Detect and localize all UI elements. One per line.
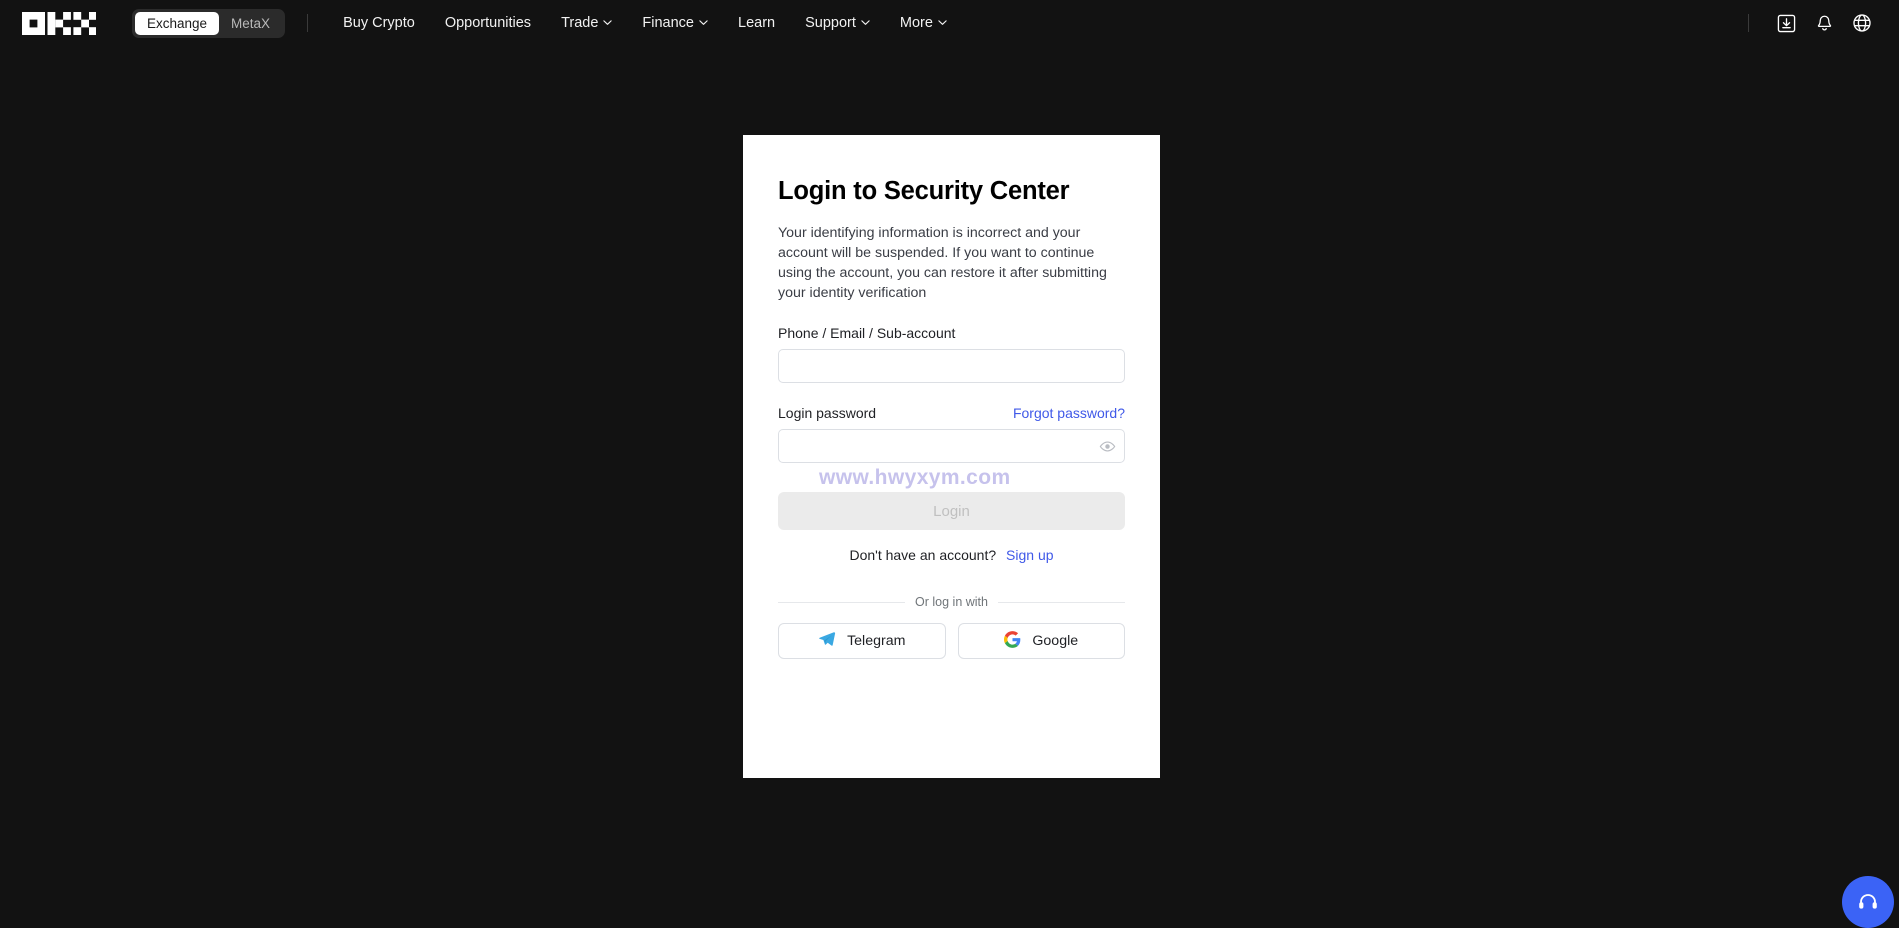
- nav-item-learn[interactable]: Learn: [723, 0, 790, 46]
- google-login-button[interactable]: Google: [958, 623, 1126, 659]
- forgot-password-link[interactable]: Forgot password?: [1013, 405, 1125, 421]
- nav-label: Support: [805, 15, 856, 31]
- headset-icon: [1856, 890, 1880, 914]
- product-switcher[interactable]: Exchange MetaX: [132, 9, 285, 38]
- eye-icon[interactable]: [1098, 437, 1116, 455]
- chevron-down-icon: [938, 18, 947, 27]
- nav-item-more[interactable]: More: [885, 0, 962, 46]
- nav-label: Learn: [738, 15, 775, 31]
- support-chat-button[interactable]: [1842, 876, 1894, 928]
- account-input-wrap: [778, 349, 1125, 383]
- google-label: Google: [1032, 633, 1078, 649]
- divider-line-left: [778, 602, 905, 603]
- social-divider: Or log in with: [778, 595, 1125, 609]
- telegram-login-button[interactable]: Telegram: [778, 623, 946, 659]
- telegram-label: Telegram: [847, 633, 905, 649]
- nav-label: Opportunities: [445, 15, 531, 31]
- nav-item-finance[interactable]: Finance: [627, 0, 723, 46]
- signup-row: Don't have an account? Sign up: [778, 547, 1125, 563]
- signup-prompt: Don't have an account?: [849, 547, 996, 563]
- nav-item-trade[interactable]: Trade: [546, 0, 627, 46]
- password-label-row: Login password Forgot password?: [778, 405, 1125, 421]
- nav-item-support[interactable]: Support: [790, 0, 885, 46]
- password-input-wrap: [778, 429, 1125, 463]
- divider-line-right: [998, 602, 1125, 603]
- bell-icon[interactable]: [1805, 4, 1843, 42]
- segment-metax[interactable]: MetaX: [219, 12, 282, 35]
- nav-label: Trade: [561, 15, 598, 31]
- main-nav: Buy Crypto Opportunities Trade Finance L…: [328, 0, 962, 46]
- header-actions: [1748, 4, 1899, 42]
- top-navigation-bar: Exchange MetaX Buy Crypto Opportunities …: [0, 0, 1899, 46]
- divider-label: Or log in with: [915, 595, 988, 609]
- card-description: Your identifying information is incorrec…: [778, 223, 1125, 304]
- password-input[interactable]: [778, 429, 1125, 463]
- nav-item-opportunities[interactable]: Opportunities: [430, 0, 546, 46]
- telegram-icon: [818, 630, 836, 652]
- chevron-down-icon: [603, 18, 612, 27]
- nav-label: Finance: [642, 15, 694, 31]
- chevron-down-icon: [699, 18, 708, 27]
- nav-label: More: [900, 15, 933, 31]
- account-input[interactable]: [778, 349, 1125, 383]
- page-title: Login to Security Center: [778, 176, 1125, 208]
- google-icon: [1004, 631, 1021, 652]
- password-field-label: Login password: [778, 405, 876, 421]
- login-button[interactable]: Login: [778, 492, 1125, 530]
- okx-logo[interactable]: [22, 12, 96, 35]
- nav-item-buy-crypto[interactable]: Buy Crypto: [328, 0, 430, 46]
- chevron-down-icon: [861, 18, 870, 27]
- social-login-row: Telegram Google: [778, 623, 1125, 659]
- nav-label: Buy Crypto: [343, 15, 415, 31]
- account-field-label: Phone / Email / Sub-account: [778, 325, 1125, 341]
- login-card: Login to Security Center Your identifyin…: [743, 135, 1160, 778]
- globe-icon[interactable]: [1843, 4, 1881, 42]
- header-divider: [307, 14, 308, 32]
- download-icon[interactable]: [1767, 4, 1805, 42]
- segment-exchange[interactable]: Exchange: [135, 12, 219, 35]
- header-divider-right: [1748, 14, 1749, 32]
- sign-up-link[interactable]: Sign up: [1006, 547, 1053, 563]
